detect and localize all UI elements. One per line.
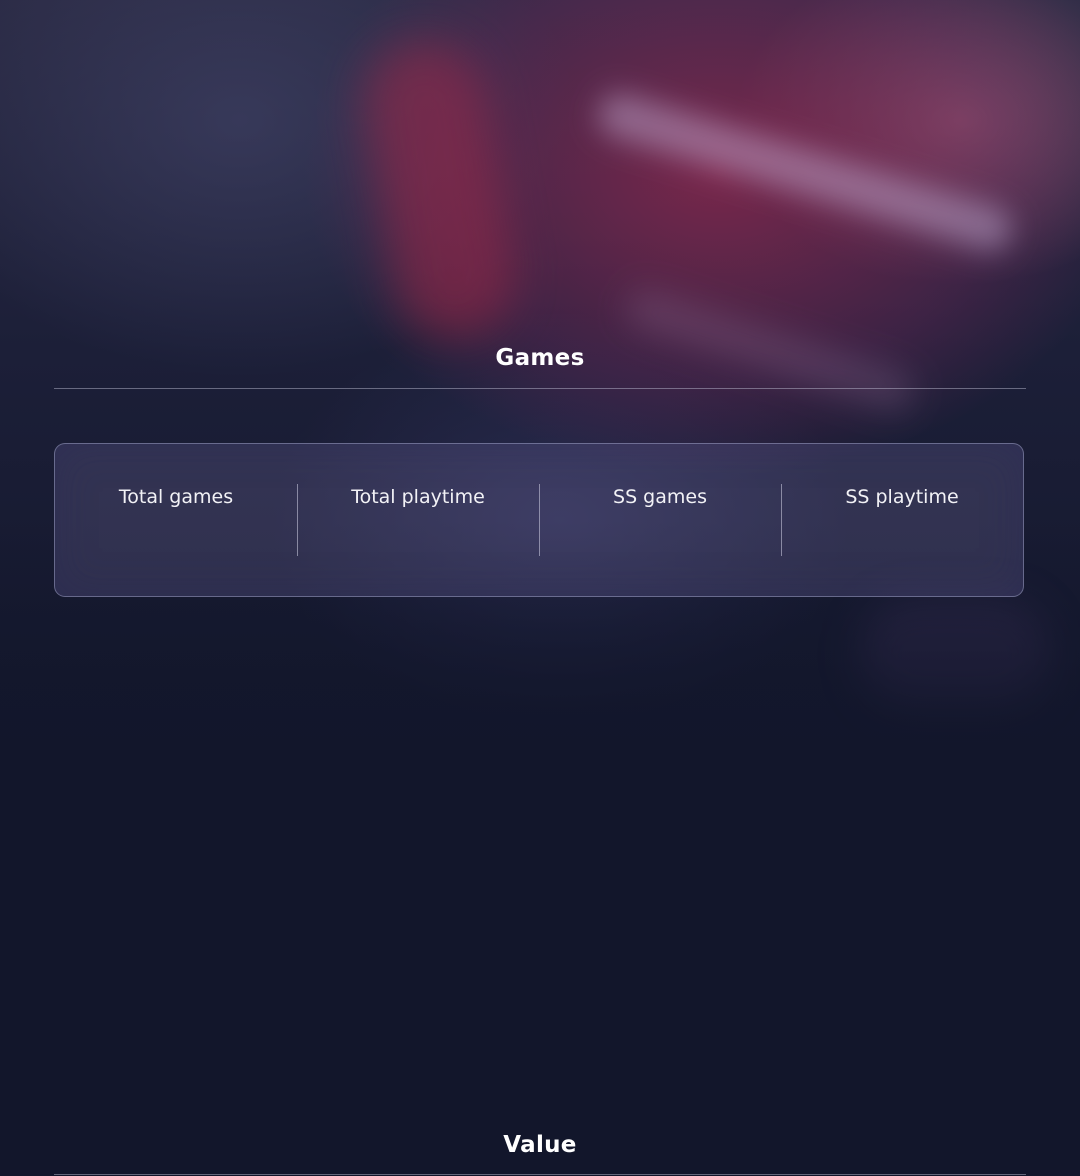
games-section-divider xyxy=(54,388,1026,389)
stat-ss-playtime: SS playtime xyxy=(781,444,1023,596)
page: Games Total games Total playtime SS game… xyxy=(0,0,1080,1176)
stat-value xyxy=(781,518,1023,544)
games-stats-card: Total games Total playtime SS games SS p… xyxy=(54,443,1024,597)
stat-total-playtime: Total playtime xyxy=(297,444,539,596)
stat-label: SS playtime xyxy=(845,486,959,508)
stat-label: Total games xyxy=(118,486,234,508)
hero-blur-shape xyxy=(354,31,526,349)
hero-background-image xyxy=(0,0,1080,780)
value-section-divider xyxy=(54,1174,1026,1175)
hero-blur-shape xyxy=(592,88,1018,256)
stat-value xyxy=(297,518,539,544)
stat-label: Total playtime xyxy=(351,486,485,508)
games-section-title: Games xyxy=(495,345,585,371)
stat-value xyxy=(55,518,297,544)
stat-total-games: Total games xyxy=(55,444,297,596)
stat-ss-games: SS games xyxy=(539,444,781,596)
stat-label: SS games xyxy=(613,486,707,508)
value-section-title: Value xyxy=(503,1132,577,1158)
stat-value xyxy=(539,518,781,544)
